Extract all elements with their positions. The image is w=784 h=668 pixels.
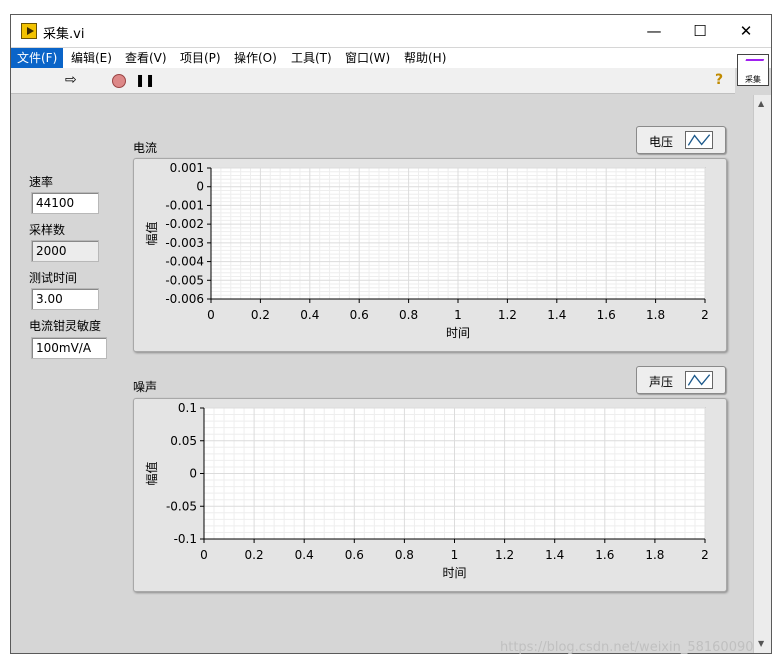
- legend-entry-label: 声压: [649, 375, 674, 389]
- x-tick-label: 1.4: [547, 308, 566, 322]
- x-tick-label: 0: [207, 308, 215, 322]
- y-tick-label: 0.05: [170, 434, 197, 448]
- x-tick-label: 0.2: [251, 308, 270, 322]
- legend-entry-label: 电压: [649, 135, 674, 149]
- watermark-text: https://blog.csdn.net/weixin_58160090: [500, 640, 754, 655]
- menu-tools[interactable]: 工具(T): [285, 48, 338, 68]
- samples-indicator: 2000: [31, 240, 99, 262]
- minimize-button[interactable]: —: [631, 15, 677, 47]
- menu-file[interactable]: 文件(F): [11, 48, 64, 68]
- x-axis-title: 时间: [442, 566, 466, 580]
- noise-waveform-graph[interactable]: 0 0.2 0.4 0.6 0.8 1 1.2 1.4 1.6 1.8 2 0.1 0.05 0 -0.05…: [133, 398, 727, 592]
- noise-graph-title: 噪声: [133, 380, 158, 394]
- x-tick-label: 0.2: [245, 548, 264, 562]
- x-tick-label: 0.4: [300, 308, 319, 322]
- y-tick-label: -0.002: [165, 217, 204, 231]
- x-tick-label: 1: [454, 308, 462, 322]
- x-tick-label: 0: [200, 548, 208, 562]
- scroll-down-icon[interactable]: ▼: [758, 639, 764, 648]
- menu-window[interactable]: 窗口(W): [339, 48, 396, 68]
- y-tick-label: -0.006: [165, 292, 204, 306]
- x-tick-label: 0.6: [350, 308, 369, 322]
- legend-line-swatch-icon: [685, 371, 713, 389]
- test-time-label: 测试时间: [29, 271, 78, 285]
- test-time-input[interactable]: 3.00: [31, 288, 99, 310]
- x-tick-label: 1.8: [646, 308, 665, 322]
- y-tick-label: -0.001: [165, 198, 204, 212]
- pause-icon[interactable]: ❚❚: [135, 73, 155, 87]
- current-graph-legend[interactable]: 电压: [636, 126, 726, 154]
- x-tick-label: 1: [451, 548, 459, 562]
- y-tick-label: -0.003: [165, 236, 204, 250]
- x-tick-label: 2: [701, 308, 709, 322]
- title-bar[interactable]: 采集.vi — ☐ ✕: [11, 15, 771, 47]
- legend-line-swatch-icon: [685, 131, 713, 149]
- x-tick-label: 0.8: [399, 308, 418, 322]
- menu-help[interactable]: 帮助(H): [398, 48, 452, 68]
- y-axis-title: 幅值: [144, 221, 159, 245]
- front-panel: 速率 44100 采样数 2000 测试时间 3.00 电流钳灵敏度 100mV…: [11, 95, 753, 653]
- rate-label: 速率: [29, 175, 54, 189]
- y-tick-label: 0: [196, 180, 204, 194]
- x-tick-label: 1.8: [645, 548, 664, 562]
- toolbar: ⇨ ❚❚ ?: [11, 68, 735, 94]
- x-tick-label: 1.6: [597, 308, 616, 322]
- labview-vi-icon: [21, 23, 37, 39]
- samples-label: 采样数: [29, 223, 66, 237]
- x-tick-label: 1.2: [498, 308, 517, 322]
- x-tick-label: 1.2: [495, 548, 514, 562]
- y-tick-label: -0.05: [166, 499, 197, 513]
- noise-graph-legend[interactable]: 声压: [636, 366, 726, 394]
- vi-window: 采集.vi — ☐ ✕ 文件(F) 编辑(E) 查看(V) 项目(P) 操作(O…: [10, 14, 772, 654]
- close-button[interactable]: ✕: [723, 15, 769, 47]
- clamp-sensitivity-label: 电流钳灵敏度: [29, 319, 102, 333]
- help-icon[interactable]: ?: [715, 72, 723, 88]
- current-graph-title: 电流: [133, 141, 158, 155]
- window-title: 采集.vi: [43, 27, 85, 42]
- x-tick-label: 1.6: [595, 548, 614, 562]
- noise-plot-area[interactable]: 0 0.2 0.4 0.6 0.8 1 1.2 1.4 1.6 1.8 2 0.1 0.05 0 -0.05…: [134, 399, 728, 593]
- menu-bar: 文件(F) 编辑(E) 查看(V) 项目(P) 操作(O) 工具(T) 窗口(W…: [11, 48, 771, 68]
- menu-edit[interactable]: 编辑(E): [65, 48, 118, 68]
- y-axis-title: 幅值: [144, 461, 159, 485]
- y-tick-label: 0.1: [178, 401, 197, 415]
- clamp-sensitivity-input[interactable]: 100mV/A: [31, 337, 107, 359]
- x-tick-label: 2: [701, 548, 709, 562]
- x-tick-label: 0.8: [395, 548, 414, 562]
- abort-icon[interactable]: [112, 74, 126, 88]
- maximize-button[interactable]: ☐: [677, 15, 723, 47]
- current-plot-area[interactable]: 0 0.2 0.4 0.6 0.8 1 1.2 1.4 1.6 1.8 2 0.001 0 -0.001 -…: [134, 159, 728, 353]
- vertical-scrollbar[interactable]: ▲ ▼: [753, 95, 771, 653]
- rate-input[interactable]: 44100: [31, 192, 99, 214]
- run-arrow-icon[interactable]: ⇨: [65, 72, 77, 88]
- current-waveform-graph[interactable]: 0 0.2 0.4 0.6 0.8 1 1.2 1.4 1.6 1.8 2 0.001 0 -0.001 -…: [133, 158, 727, 352]
- y-tick-label: -0.005: [165, 273, 204, 287]
- y-tick-label: 0.001: [170, 161, 204, 175]
- x-tick-label: 0.6: [345, 548, 364, 562]
- menu-project[interactable]: 项目(P): [174, 48, 227, 68]
- x-tick-label: 1.4: [545, 548, 564, 562]
- y-tick-label: -0.1: [174, 532, 197, 546]
- scroll-up-icon[interactable]: ▲: [758, 99, 764, 108]
- menu-view[interactable]: 查看(V): [119, 48, 173, 68]
- x-tick-label: 0.4: [295, 548, 314, 562]
- menu-operate[interactable]: 操作(O): [228, 48, 283, 68]
- y-tick-label: -0.004: [165, 255, 204, 269]
- y-tick-label: 0: [189, 467, 197, 481]
- vi-connector-icon[interactable]: 采集: [737, 54, 769, 86]
- x-axis-title: 时间: [446, 326, 470, 340]
